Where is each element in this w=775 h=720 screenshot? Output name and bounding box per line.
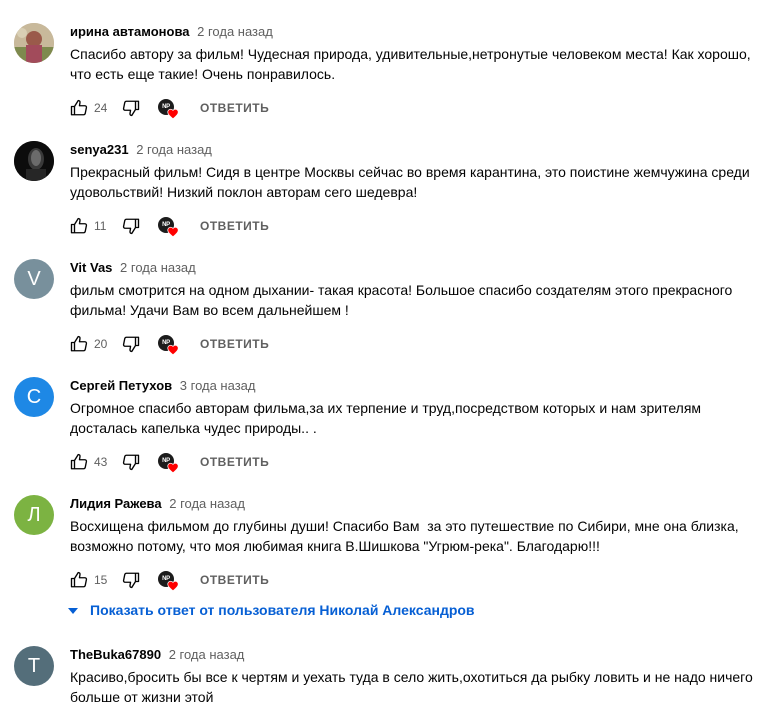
comment-text-line: удовольствий! Низкий поклон авторам сего…	[70, 184, 418, 200]
comment-actions: 11 NP ОТВЕТИТЬ	[70, 214, 370, 238]
thumbs-down-icon[interactable]	[122, 453, 140, 471]
comment-timestamp[interactable]: 2 года назад	[136, 142, 212, 157]
comment-text: Прекрасный фильм! Сидя в центре Москвы с…	[70, 162, 770, 202]
avatar-letter: T	[27, 655, 41, 677]
thumbs-up-icon[interactable]	[70, 571, 88, 589]
reply-button[interactable]: ОТВЕТИТЬ	[200, 100, 269, 116]
avatar-letter: V	[27, 268, 41, 290]
reply-button[interactable]: ОТВЕТИТЬ	[200, 336, 269, 352]
author-name[interactable]: Сергей Петухов	[70, 378, 172, 393]
thumbs-down-icon[interactable]	[122, 99, 140, 117]
creator-heart-icon	[167, 462, 179, 473]
author-name[interactable]: senya231	[70, 142, 129, 157]
like-count: 11	[94, 219, 107, 233]
comment-text-line: возможно потому, что моя любимая книга В…	[70, 538, 600, 554]
comment-header: Лидия Ражева 2 года назад	[70, 495, 245, 513]
creator-heart: NP	[158, 571, 180, 593]
comment-actions: 15 NP ОТВЕТИТЬ	[70, 568, 370, 592]
creator-heart: NP	[158, 335, 180, 357]
comment-text-line: Красиво,бросить бы все к чертям и уехать…	[70, 669, 753, 685]
comment-text: фильм смотрится на одном дыхании- такая …	[70, 280, 770, 320]
comment-text-line: досталась капелька чудес природы.. .	[70, 420, 317, 436]
avatar[interactable]: Л	[14, 495, 54, 535]
creator-heart-icon	[167, 580, 179, 591]
creator-heart: NP	[158, 453, 180, 475]
reply-button[interactable]: ОТВЕТИТЬ	[200, 454, 269, 470]
creator-heart: NP	[158, 99, 180, 121]
comment-header: ирина автамонова 2 года назад	[70, 23, 273, 41]
thumbs-down-icon[interactable]	[122, 335, 140, 353]
creator-heart: NP	[158, 217, 180, 239]
comment-timestamp[interactable]: 3 года назад	[180, 378, 256, 393]
comment-text: Огромное спасибо авторам фильма,за их те…	[70, 398, 770, 438]
avatar[interactable]: T	[14, 646, 54, 686]
thumbs-down-icon[interactable]	[122, 217, 140, 235]
author-name[interactable]: Лидия Ражева	[70, 496, 162, 511]
avatar[interactable]	[14, 23, 54, 63]
avatar[interactable]: С	[14, 377, 54, 417]
comment-timestamp[interactable]: 2 года назад	[120, 260, 196, 275]
thumbs-up-icon[interactable]	[70, 453, 88, 471]
comment-timestamp[interactable]: 2 года назад	[169, 496, 245, 511]
avatar-letter: Л	[27, 504, 41, 526]
comment-header: Сергей Петухов 3 года назад	[70, 377, 255, 395]
like-count: 20	[94, 337, 108, 351]
comment-actions: 20 NP ОТВЕТИТЬ	[70, 332, 370, 356]
avatar[interactable]	[14, 141, 54, 181]
comment-text-line: Спасибо автору за фильм! Чудесная природ…	[70, 46, 751, 62]
thumbs-down-icon[interactable]	[122, 571, 140, 589]
reply-button[interactable]: ОТВЕТИТЬ	[200, 572, 269, 588]
avatar-photo	[14, 141, 54, 181]
comment-timestamp[interactable]: 2 года назад	[197, 24, 273, 39]
comment-text-line: Восхищена фильмом до глубины души! Спаси…	[70, 518, 739, 534]
comment-timestamp[interactable]: 2 года назад	[169, 647, 245, 662]
avatar-letter: С	[26, 386, 42, 408]
comment-text-line: Огромное спасибо авторам фильма,за их те…	[70, 400, 702, 416]
avatar-photo	[14, 23, 54, 63]
show-replies-label: Показать ответ от пользователя Николай А…	[90, 602, 475, 618]
comment-header: Vit Vas 2 года назад	[70, 259, 196, 277]
author-name[interactable]: ирина автамонова	[70, 24, 190, 39]
author-name[interactable]: Vit Vas	[70, 260, 112, 275]
comment-text-line: больше от жизни этой	[70, 689, 214, 705]
thumbs-up-icon[interactable]	[70, 335, 88, 353]
comment-text: Восхищена фильмом до глубины души! Спаси…	[70, 516, 770, 556]
like-count: 43	[94, 455, 108, 469]
reply-button[interactable]: ОТВЕТИТЬ	[200, 218, 269, 234]
comment-text: Спасибо автору за фильм! Чудесная природ…	[70, 44, 770, 84]
thumbs-up-icon[interactable]	[70, 217, 88, 235]
author-name[interactable]: TheBuka67890	[70, 647, 161, 662]
comment-header: senya231 2 года назад	[70, 141, 212, 159]
comment-header: TheBuka67890 2 года назад	[70, 646, 244, 664]
avatar[interactable]: V	[14, 259, 54, 299]
comment-text-line: что есть еще такие! Очень понравилось.	[70, 66, 336, 82]
comment-text-line: фильма! Удачи Вам во всем дальнейшем !	[70, 302, 349, 318]
comment-text: Красиво,бросить бы все к чертям и уехать…	[70, 667, 770, 707]
like-count: 24	[94, 101, 108, 115]
creator-heart-icon	[167, 344, 179, 355]
comment-text-line: Прекрасный фильм! Сидя в центре Москвы с…	[70, 164, 750, 180]
like-count: 15	[94, 573, 108, 587]
show-replies-button[interactable]: Показать ответ от пользователя Николай А…	[68, 600, 475, 620]
creator-heart-icon	[167, 226, 179, 237]
chevron-down-icon	[68, 608, 78, 615]
comment-text-line: фильм смотрится на одном дыхании- такая …	[70, 282, 733, 298]
comment-actions: 24 NP ОТВЕТИТЬ	[70, 96, 370, 120]
thumbs-up-icon[interactable]	[70, 99, 88, 117]
creator-heart-icon	[167, 108, 179, 119]
comment-actions: 43 NP ОТВЕТИТЬ	[70, 450, 370, 474]
